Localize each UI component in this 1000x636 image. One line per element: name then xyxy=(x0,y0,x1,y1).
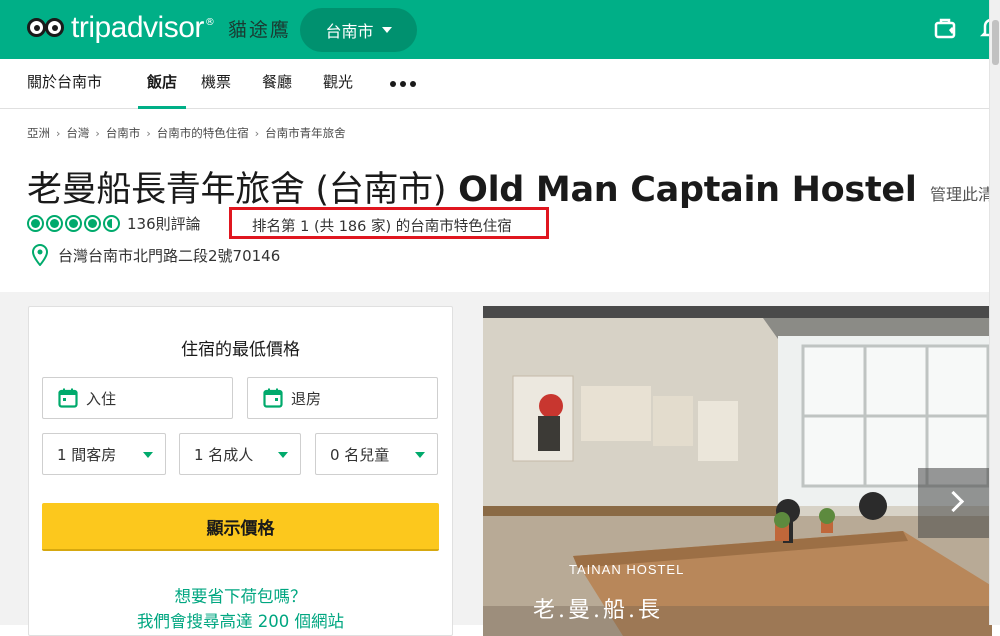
review-count[interactable]: 136則評論 xyxy=(127,213,201,234)
checkout-placeholder: 退房 xyxy=(291,389,322,408)
map-pin-icon xyxy=(32,244,48,266)
breadcrumb: 亞洲 › 台灣 › 台南市 › 台南市的特色住宿 › 台南市青年旅舍 xyxy=(27,125,346,141)
nav-item-attractions[interactable]: 觀光 xyxy=(323,59,353,109)
booking-title: 住宿的最低價格 xyxy=(181,340,300,360)
scrollbar-thumb[interactable] xyxy=(992,20,999,65)
breadcrumb-hostels: 台南市青年旅舍 xyxy=(265,126,346,140)
ranking-text[interactable]: 排名第 1 (共 186 家) 的台南市特色住宿 xyxy=(252,215,512,236)
rating-bubble-icon xyxy=(46,215,63,232)
breadcrumb-separator: › xyxy=(56,126,61,140)
category-nav: 關於台南市 飯店 機票 餐廳 觀光 xyxy=(0,59,1000,109)
chevron-down-icon xyxy=(143,452,153,458)
checkin-placeholder: 入住 xyxy=(86,389,117,408)
top-bar: tripadvisor ® 貓途鷹 台南市 xyxy=(0,0,1000,59)
breadcrumb-tainan[interactable]: 台南市 xyxy=(106,125,141,141)
more-options-icon[interactable] xyxy=(390,81,416,87)
booking-panel: 住宿的最低價格 入住 退房 1 間客房 1 名成人 0 名兒童 顯示價格 想要省… xyxy=(28,306,453,636)
rating-bubble-icon xyxy=(27,215,44,232)
breadcrumb-separator: › xyxy=(254,126,260,140)
trips-briefcase-icon[interactable] xyxy=(934,17,958,39)
breadcrumb-separator: › xyxy=(95,126,100,140)
page-title: 老曼船長青年旅舍 (台南市) Old Man Captain Hostel xyxy=(27,161,917,212)
chevron-down-icon xyxy=(278,452,288,458)
checkout-field[interactable]: 退房 xyxy=(247,377,438,419)
calendar-icon xyxy=(58,388,78,408)
address[interactable]: 台灣台南市北門路二段2號70146 xyxy=(32,244,280,266)
rating[interactable]: 136則評論 xyxy=(27,213,201,234)
rooms-value: 1 間客房 xyxy=(57,445,117,464)
breadcrumb-taiwan[interactable]: 台灣 xyxy=(66,125,89,141)
photo-hostel-sign: 老.曼.船.長 xyxy=(533,598,663,623)
page-scrollbar[interactable] xyxy=(989,0,1000,625)
hostel-interior-image xyxy=(483,306,992,636)
rating-bubble-icon xyxy=(84,215,101,232)
breadcrumb-separator: › xyxy=(146,126,151,140)
children-select[interactable]: 0 名兒童 xyxy=(315,433,438,475)
manage-listing-link[interactable]: 管理此清 xyxy=(930,181,994,205)
logo-text: tripadvisor xyxy=(71,11,204,44)
children-value: 0 名兒童 xyxy=(330,445,390,464)
nav-item-about[interactable]: 關於台南市 xyxy=(27,59,102,109)
photo-hostel-label: TAINAN HOSTEL xyxy=(569,562,685,577)
save-money-link[interactable]: 想要省下荷包嗎？ xyxy=(29,583,452,607)
breadcrumb-asia[interactable]: 亞洲 xyxy=(27,125,50,141)
rating-half-bubble-icon xyxy=(103,215,120,232)
logo-trademark: ® xyxy=(204,16,215,28)
owl-logo-icon xyxy=(27,15,67,41)
checkin-field[interactable]: 入住 xyxy=(42,377,233,419)
show-prices-button[interactable]: 顯示價格 xyxy=(42,503,439,551)
adults-select[interactable]: 1 名成人 xyxy=(179,433,301,475)
adults-value: 1 名成人 xyxy=(194,445,254,464)
nav-item-hotels[interactable]: 飯店 xyxy=(138,59,186,109)
address-text: 台灣台南市北門路二段2號70146 xyxy=(58,246,281,265)
rooms-select[interactable]: 1 間客房 xyxy=(42,433,166,475)
rating-bubble-icon xyxy=(65,215,82,232)
logo-chinese-name: 貓途鷹 xyxy=(227,18,291,41)
next-photo-arrow-icon[interactable] xyxy=(918,468,990,538)
chevron-down-icon xyxy=(415,452,425,458)
search-sites-text[interactable]: 我們會搜尋高達 200 個網站 xyxy=(29,608,452,632)
location-selector[interactable]: 台南市 xyxy=(300,8,417,52)
breadcrumb-specialty-lodging[interactable]: 台南市的特色住宿 xyxy=(157,125,249,141)
location-label: 台南市 xyxy=(325,22,374,41)
chevron-down-icon xyxy=(381,27,392,33)
calendar-icon xyxy=(263,388,283,408)
nav-item-flights[interactable]: 機票 xyxy=(201,59,231,109)
nav-item-restaurants[interactable]: 餐廳 xyxy=(262,59,292,109)
hotel-photo[interactable] xyxy=(483,306,992,636)
tripadvisor-logo[interactable]: tripadvisor ® 貓途鷹 xyxy=(27,11,291,45)
hotel-name-english: Old Man Captain Hostel xyxy=(458,170,917,210)
hotel-name-chinese: 老曼船長青年旅舍 (台南市) xyxy=(27,170,447,210)
